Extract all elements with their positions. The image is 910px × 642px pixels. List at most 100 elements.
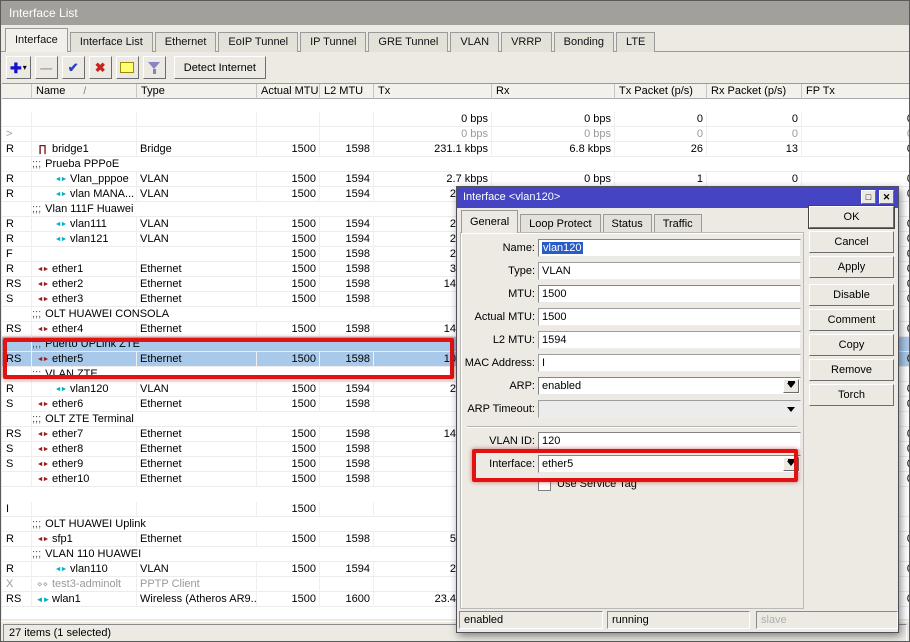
cell-lmtu: 1598 [320,352,374,367]
column-header-type[interactable]: Type [137,84,257,99]
filter-button[interactable] [143,56,166,79]
row-flag: RS [2,277,32,292]
cell-fptx: 0 [802,172,910,187]
close-icon[interactable]: ✕ [879,190,894,204]
disable-button[interactable]: Disable [809,284,894,306]
tab-vlan[interactable]: VLAN [450,32,499,52]
row-flag: R [2,262,32,277]
combo-arrow-icon[interactable] [783,379,799,393]
row-flag [2,112,32,127]
dialog-tab-general[interactable]: General [461,210,518,233]
tab-ip-tunnel[interactable]: IP Tunnel [300,32,366,52]
enable-button[interactable]: ✔ [62,56,85,79]
cell-lmtu: 1598 [320,472,374,487]
row-flag: R [2,232,32,247]
row-flag: S [2,442,32,457]
cell-tx: 2.7 kbps [374,172,492,187]
checkbox-label: Use Service Tag [557,478,637,491]
apply-button[interactable]: Apply [809,256,894,278]
cell-lmtu: 1598 [320,292,374,307]
column-header-tx[interactable]: Tx [374,84,492,99]
cell-name: ◄►ether1 [32,262,137,277]
table-row[interactable]: 0 bps0 bps000 [2,112,910,127]
cell-rxp: 0 [707,127,802,142]
use-service-tag-checkbox[interactable] [538,478,551,491]
row-flag: R [2,172,32,187]
tab-eoip-tunnel[interactable]: EoIP Tunnel [218,32,298,52]
cell-amtu: 1500 [257,247,320,262]
cell-type: Ethernet [137,277,257,292]
ethernet-icon: ◄► [35,263,50,276]
disable-button[interactable]: ✖ [89,56,112,79]
tab-bonding[interactable]: Bonding [554,32,614,52]
tab-interface-list[interactable]: Interface List [70,32,153,52]
dialog-titlebar[interactable]: Interface <vlan120> [457,187,898,208]
name-field[interactable]: vlan120 [538,239,801,257]
tab-vrrp[interactable]: VRRP [501,32,552,52]
ok-button[interactable]: OK [809,206,894,228]
mtu-field[interactable]: 1500 [538,285,801,303]
dialog-tab-traffic[interactable]: Traffic [654,214,702,233]
column-header-fptx[interactable]: FP Tx [802,84,910,99]
column-header-rx[interactable]: Rx [492,84,615,99]
add-button[interactable]: ✚▾ [6,56,31,79]
arp-timeout-field[interactable] [538,400,801,418]
detect-internet-button[interactable]: Detect Internet [174,56,266,79]
vlan-id-field[interactable]: 120 [538,432,801,450]
column-header-rxp[interactable]: Rx Packet (p/s) [707,84,802,99]
mac-address-field[interactable]: I [538,354,801,372]
maximize-icon[interactable]: □ [861,190,876,204]
dialog-tab-status[interactable]: Status [603,214,652,233]
tab-lte[interactable]: LTE [616,32,655,52]
row-flag [2,412,32,427]
column-header-lmtu[interactable]: L2 MTU [320,84,374,99]
cell-type [137,502,257,517]
ethernet-icon: ◄► [35,293,50,306]
tab-interface[interactable]: Interface [5,28,68,52]
table-row[interactable]: R∏bridge1Bridge15001598231.1 kbps6.8 kbp… [2,142,910,157]
tab-gre-tunnel[interactable]: GRE Tunnel [368,32,448,52]
row-flag: RS [2,592,32,607]
ethernet-icon: ◄► [35,533,50,546]
comment-button[interactable]: Comment [809,309,894,331]
comment-button[interactable] [116,56,139,79]
cell-amtu: 1500 [257,397,320,412]
copy-button[interactable]: Copy [809,334,894,356]
cell-amtu [257,127,320,142]
cell-amtu: 1500 [257,592,320,607]
window-titlebar[interactable]: Interface List [1,1,909,25]
column-header-amtu[interactable]: Actual MTU [257,84,320,99]
actual-mtu-field[interactable]: 1500 [538,308,801,326]
tab-ethernet[interactable]: Ethernet [155,32,217,52]
cell-type [137,247,257,262]
wireless-icon: ◄► [35,593,50,606]
interface-field[interactable]: ether5 [538,455,801,473]
table-row[interactable]: R◄►Vlan_pppoeVLAN150015942.7 kbps0 bps10… [2,172,910,187]
column-header-name[interactable]: Name/ [32,84,137,99]
remove-button[interactable]: Remove [809,359,894,381]
cell-type: Ethernet [137,442,257,457]
cell-tx: 0 bps [374,112,492,127]
comment-row[interactable]: ;;;Prueba PPPoE [2,157,910,172]
remove-button[interactable]: — [35,56,58,79]
field-value: ether5 [542,458,573,470]
type-field[interactable]: VLAN [538,262,801,280]
cell-type: Wireless (Atheros AR9... [137,592,257,607]
dropdown-arrow-icon[interactable] [787,407,795,416]
row-flag: R [2,217,32,232]
column-header-txp[interactable]: Tx Packet (p/s) [615,84,707,99]
row-flag: R [2,382,32,397]
table-row[interactable]: >0 bps0 bps000 [2,127,910,142]
column-header-flag[interactable] [2,84,32,99]
cell-fptx: 0 [802,112,910,127]
cell-amtu: 1500 [257,292,320,307]
window-title: Interface List [9,6,78,20]
cancel-button[interactable]: Cancel [809,231,894,253]
arp-field[interactable]: enabled [538,377,801,395]
status-slave: slave [756,611,898,629]
dialog-tab-bar: GeneralLoop ProtectStatusTraffic [461,209,704,233]
dialog-tab-loop-protect[interactable]: Loop Protect [520,214,600,233]
combo-arrow-icon[interactable] [783,457,799,471]
l2-mtu-field[interactable]: 1594 [538,331,801,349]
torch-button[interactable]: Torch [809,384,894,406]
